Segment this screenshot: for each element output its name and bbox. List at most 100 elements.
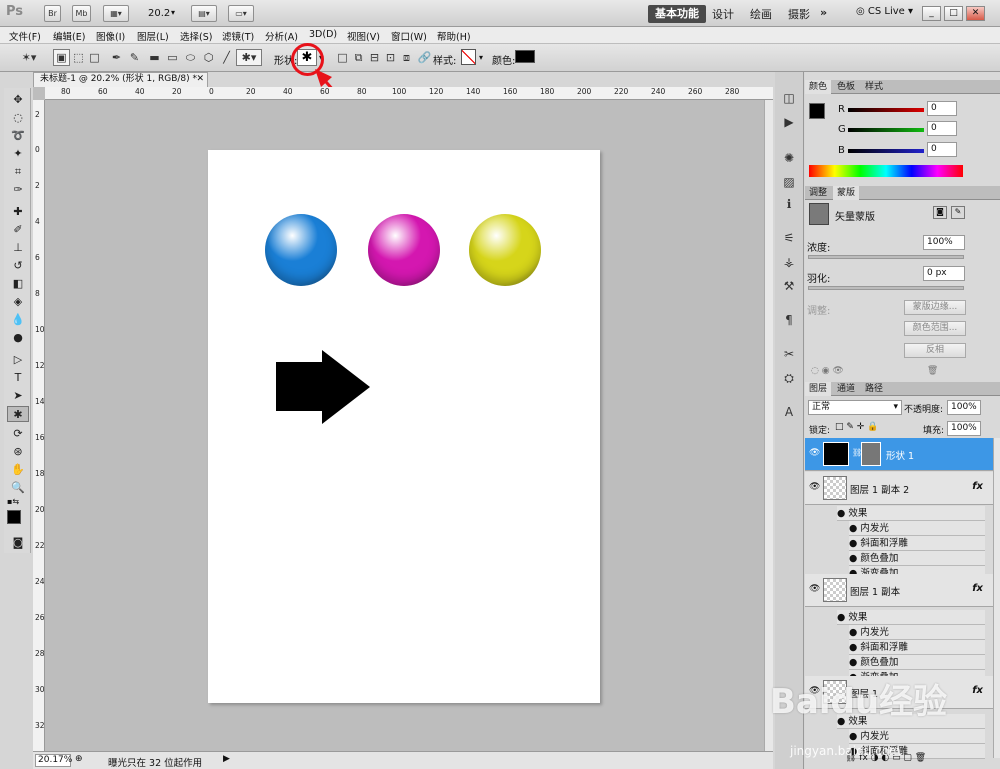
effect-row[interactable]: ● 内发光 [849,729,985,744]
history-panel-icon[interactable]: ◫ [780,90,798,107]
feather-slider[interactable] [808,286,964,290]
paint-bucket-icon[interactable]: ◈ [7,294,29,310]
tab-styles[interactable]: 样式 [861,80,887,94]
yellow-ball[interactable] [469,214,541,286]
cs-live-button[interactable]: ◎ CS Live ▾ [856,6,913,17]
dodge-tool-icon[interactable]: ● [7,330,29,346]
close-button[interactable]: ✕ [966,6,985,21]
layer-row-copy2[interactable]: 👁 图层 1 副本 2 fx [805,472,995,505]
fill-input[interactable]: 100% [947,421,981,436]
menu-analysis[interactable]: 分析(A) [265,29,298,43]
menu-image[interactable]: 图像(I) [96,29,125,43]
type-tool-icon[interactable]: T [7,370,29,386]
zoom-field[interactable]: 20.17% [35,754,72,767]
direct-select-icon[interactable]: ➤ [7,388,29,404]
3d-rotate-icon[interactable]: ⟳ [7,426,29,442]
effect-row[interactable]: ● 颜色叠加 [849,655,985,670]
minimize-button[interactable]: _ [922,6,941,21]
move-tool-icon[interactable]: ✥ [7,92,29,108]
shape-layers-mode-icon[interactable]: ▣ [53,49,70,66]
tab-paths[interactable]: 路径 [861,382,887,396]
arrange-documents-button[interactable]: ▤▾ [191,5,217,22]
view-extras-button[interactable]: ▦▾ [103,5,129,22]
workspace-essentials[interactable]: 基本功能 [648,5,706,23]
vector-mask-icon[interactable]: ✎ [951,206,965,219]
character-panel-icon[interactable]: A [780,404,798,421]
tab-color[interactable]: 颜色 [805,80,832,94]
navigator-panel-icon[interactable]: ✂ [780,346,798,363]
zoom-level[interactable]: 20.2 [148,8,170,19]
screen-mode-button[interactable]: ▭▾ [228,5,254,22]
menu-layer[interactable]: 图层(L) [137,29,169,43]
animation-panel-icon[interactable]: ▨ [780,174,798,191]
foreground-color[interactable] [7,510,21,524]
restore-button[interactable]: □ [944,6,963,21]
workspace-photography[interactable]: 摄影 [788,6,810,22]
zoom-dropdown-icon[interactable]: ▾ [171,8,175,17]
vertical-scrollbar[interactable] [764,100,773,751]
document-tab[interactable]: 未标题-1 @ 20.2% (形状 1, RGB/8) * ✕ [33,72,208,87]
quick-mask-icon[interactable]: ◙ [7,535,29,551]
marquee-tool-icon[interactable]: ◌ [7,110,29,126]
healing-brush-icon[interactable]: ✚ [7,204,29,220]
close-document-icon[interactable]: ✕ [196,73,204,86]
visibility-eye-icon[interactable]: 👁 [809,448,820,458]
channel-g-input[interactable]: 0 [927,121,957,136]
info-panel-icon[interactable]: ℹ [780,196,798,213]
tab-masks[interactable]: 蒙版 [833,186,860,200]
color-foreground-swatch[interactable] [809,103,825,119]
eyedropper-tool-icon[interactable]: ✑ [7,182,29,198]
link-style-icon[interactable]: 🔗 [416,49,433,66]
shape-color-swatch[interactable] [515,50,535,63]
blend-mode-select[interactable]: 正常 ▾ [808,400,902,415]
add-to-shape-icon[interactable]: ⧉ [350,49,367,66]
effects-row[interactable]: ● 效果 [837,506,985,521]
menu-filter[interactable]: 滤镜(T) [222,29,254,43]
layers-scrollbar[interactable] [993,438,1000,758]
freeform-pen-icon[interactable]: ✎ [126,49,143,66]
effect-row[interactable]: ● 斜面和浮雕 [849,536,985,551]
subtract-shape-icon[interactable]: ⊟ [366,49,383,66]
fx-icon[interactable]: fx [972,583,983,594]
menu-3d[interactable]: 3D(D) [309,29,337,40]
tab-channels[interactable]: 通道 [833,382,859,396]
tool-presets-icon[interactable]: ⚒ [780,278,798,295]
color-range-button[interactable]: 颜色范围... [904,321,966,336]
brush-tool-icon[interactable]: ✐ [7,222,29,238]
density-slider[interactable] [808,255,964,259]
rectangle-shape-icon[interactable]: ▬ [146,49,163,66]
visibility-eye-icon[interactable]: 👁 [809,482,820,492]
effect-row[interactable]: ● 颜色叠加 [849,551,985,566]
tab-swatches[interactable]: 色板 [833,80,859,94]
hand-tool-icon[interactable]: ✋ [7,462,29,478]
blue-ball[interactable] [265,214,337,286]
bridge-button[interactable]: Br [44,5,61,22]
layer-row-copy[interactable]: 👁 图层 1 副本 fx [805,574,995,607]
polygon-shape-icon[interactable]: ⬡ [200,49,217,66]
clone-source-icon[interactable]: ⚶ [780,254,798,271]
effect-row[interactable]: ● 斜面和浮雕 [849,640,985,655]
zoom-tool-icon[interactable]: 🔍 [7,480,29,496]
pen-tool-icon[interactable]: ✒ [108,49,125,66]
styles-panel-icon[interactable]: ⛭ [780,370,798,387]
effect-row[interactable]: ● 内发光 [849,521,985,536]
style-picker[interactable] [461,49,476,65]
menu-edit[interactable]: 编辑(E) [53,29,85,43]
style-dropdown-icon[interactable]: ▾ [479,53,483,62]
menu-help[interactable]: 帮助(H) [437,29,471,43]
channel-r-input[interactable]: 0 [927,101,957,116]
opacity-input[interactable]: 100% [947,400,981,415]
workspace-design[interactable]: 设计 [712,6,734,22]
blur-tool-icon[interactable]: 💧 [7,312,29,328]
channel-r-slider[interactable] [848,108,924,112]
ellipse-shape-icon[interactable]: ⬭ [182,49,199,66]
arrow-shape[interactable] [276,350,372,424]
brush-presets-icon[interactable]: ⚟ [780,230,798,247]
actions-panel-icon[interactable]: ▶ [780,114,798,131]
minibridge-button[interactable]: Mb [72,5,91,22]
channel-b-input[interactable]: 0 [927,142,957,157]
menu-view[interactable]: 视图(V) [347,29,380,43]
rounded-rectangle-icon[interactable]: ▭ [164,49,181,66]
workspace-painting[interactable]: 绘画 [750,6,772,22]
effects-row[interactable]: ● 效果 [837,610,985,625]
